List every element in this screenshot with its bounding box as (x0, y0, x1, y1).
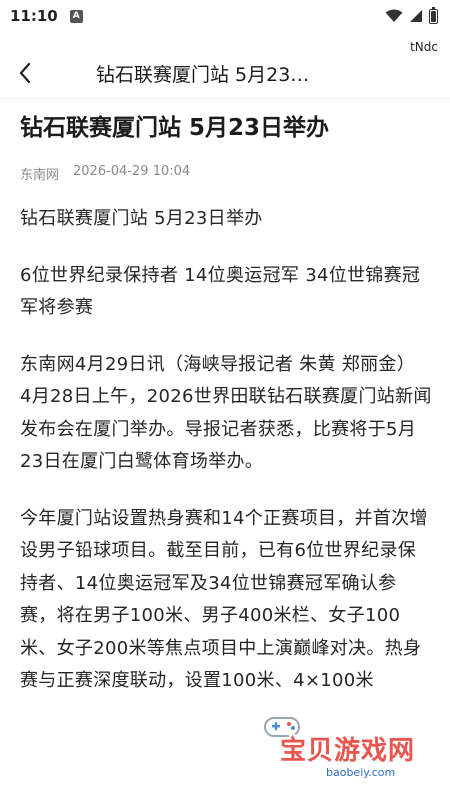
battery-level (431, 11, 436, 22)
article-title: 钻石联赛厦门站 5月23日举办 (20, 115, 330, 141)
article-paragraph: 6位世界纪录保持者 14位奥运冠军 34位世锦赛冠军将参赛 (20, 264, 421, 319)
article: 钻石联赛厦门站 5月23日举办 东南网 2026-04-29 10:04 钻石联… (20, 112, 432, 722)
header-divider (0, 98, 450, 99)
article-datetime: 2026-04-29 10:04 (73, 164, 191, 180)
status-icons (385, 6, 438, 24)
chevron-left-icon (19, 62, 31, 84)
article-source[interactable]: 东南网 (20, 164, 59, 183)
wifi-icon (385, 9, 403, 22)
watermark: 宝贝游戏网 baobeiy.com (262, 712, 422, 782)
watermark-url: baobeiy.com (322, 766, 400, 779)
article-meta: 东南网 2026-04-29 10:04 (20, 164, 432, 183)
status-bar: 11:10 A (0, 0, 450, 32)
app-header: 钻石联赛厦门站 5月23… (0, 48, 450, 98)
article-paragraph: 东南网4月29日讯（海峡导报记者 朱黄 郑丽金） 4月28日上午，2026世界田… (20, 353, 432, 473)
status-time: 11:10 (10, 7, 58, 25)
watermark-text: 宝贝游戏网 (280, 736, 416, 766)
article-body: 钻石联赛厦门站 5月23日举办 6位世界纪录保持者 14位奥运冠军 34位世锦赛… (20, 203, 432, 698)
battery-icon (429, 6, 438, 24)
notification-icon: A (69, 9, 83, 23)
back-button[interactable] (0, 48, 50, 98)
header-title: 钻石联赛厦门站 5月23… (96, 63, 310, 86)
signal-icon (410, 10, 422, 22)
article-paragraph: 钻石联赛厦门站 5月23日举办 (20, 208, 263, 230)
article-paragraph: 今年厦门站设置热身赛和14个正赛项目，并首次增设男子铅球项目。截至目前，已有6位… (20, 507, 428, 692)
page: 11:10 A tNdc 钻石联赛厦门站 5月23… 钻石联赛厦门站 5月23日… (0, 0, 450, 800)
